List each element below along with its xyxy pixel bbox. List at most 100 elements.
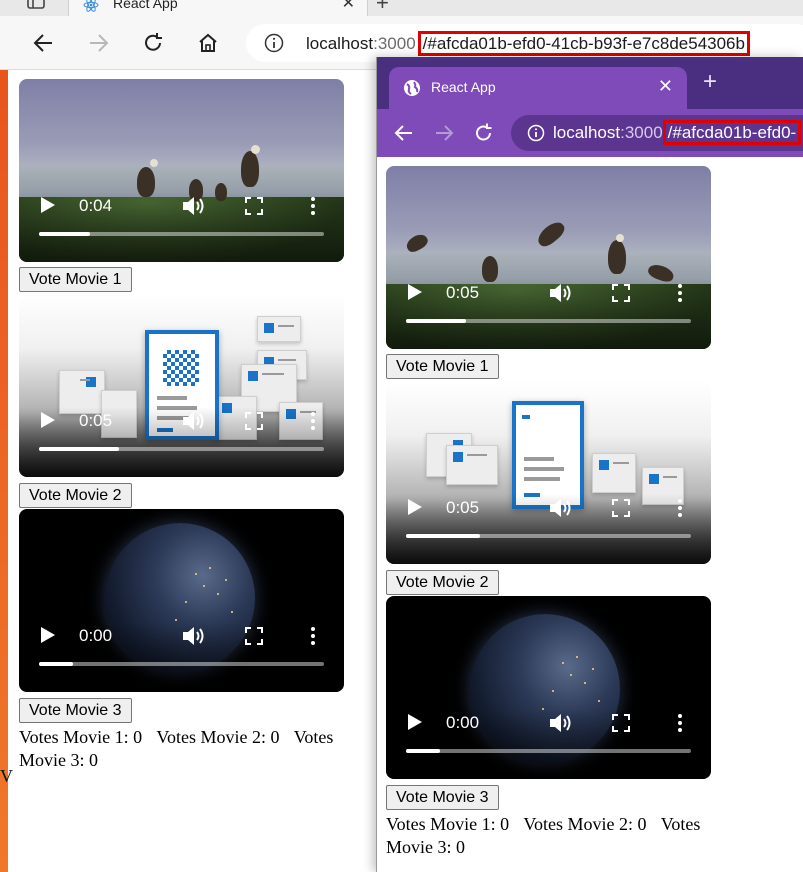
vote-count-1: Votes Movie 1: 0 <box>19 727 143 747</box>
chrome-forward-button[interactable] <box>431 120 457 146</box>
video-time: 0:00 <box>79 626 113 645</box>
edge-home-button[interactable] <box>193 28 223 58</box>
volume-icon[interactable] <box>548 281 574 305</box>
info-icon[interactable] <box>527 124 545 142</box>
video-player-3[interactable]: 0:00 <box>386 596 711 779</box>
bird-head <box>616 234 624 242</box>
volume-icon[interactable] <box>548 496 574 520</box>
video-progress-track[interactable] <box>39 662 324 666</box>
video-player-1[interactable]: 0:05 <box>386 166 711 349</box>
video-progress-track[interactable] <box>406 319 691 323</box>
vote-count-1: Votes Movie 1: 0 <box>386 814 510 834</box>
play-icon[interactable] <box>41 412 55 428</box>
video-progress-fill <box>39 447 119 451</box>
card <box>446 445 498 485</box>
phone-mockup <box>512 401 584 509</box>
vote-movie-3-button[interactable]: Vote Movie 3 <box>386 785 499 810</box>
video-progress-track[interactable] <box>39 447 324 451</box>
vote-movie-1-button[interactable]: Vote Movie 1 <box>386 354 499 379</box>
chrome-window: React App ✕ + localhost:3000/#afcda01b-e… <box>376 57 803 872</box>
edge-url-text: localhost:3000/#afcda01b-efd0-41cb-b93f-… <box>306 31 750 56</box>
chrome-back-button[interactable] <box>391 120 417 146</box>
play-icon[interactable] <box>41 627 55 643</box>
play-icon[interactable] <box>408 499 422 515</box>
video-progress-track[interactable] <box>406 534 691 538</box>
more-options-icon[interactable] <box>676 713 684 733</box>
bird-flying <box>403 231 431 255</box>
video-progress-track[interactable] <box>39 232 324 236</box>
edge-tab-title: React App <box>113 0 178 11</box>
edge-sidebar-toggle[interactable] <box>22 0 50 14</box>
vote-count-2: Votes Movie 2: 0 <box>156 727 280 747</box>
card <box>257 316 301 342</box>
more-options-icon[interactable] <box>309 626 317 646</box>
chrome-toolbar: localhost:3000/#afcda01b-efd0- <box>377 109 803 157</box>
play-icon[interactable] <box>408 714 422 730</box>
refresh-icon <box>145 33 162 51</box>
fullscreen-icon[interactable] <box>612 284 630 302</box>
video-player-2[interactable]: 0:05 <box>386 381 711 564</box>
edge-forward-button[interactable] <box>84 28 114 58</box>
bird-flying <box>534 218 568 250</box>
chrome-new-tab-button[interactable]: + <box>703 70 717 94</box>
video-controls: 0:05 <box>19 407 344 477</box>
edge-refresh-button[interactable] <box>138 28 168 58</box>
chrome-tab-strip: React App ✕ + <box>377 57 803 109</box>
url-host: localhost <box>553 123 621 142</box>
edge-tab-react-app[interactable]: React App ✕ <box>68 0 368 16</box>
video-player-3[interactable]: 0:00 <box>19 509 344 692</box>
video-controls: 0:00 <box>19 622 344 692</box>
video-controls: 0:05 <box>386 494 711 564</box>
more-options-icon[interactable] <box>309 411 317 431</box>
refresh-icon <box>476 123 492 141</box>
home-icon <box>199 33 217 52</box>
fullscreen-icon[interactable] <box>245 412 263 430</box>
play-icon[interactable] <box>41 197 55 213</box>
desktop-text-fragment: V <box>0 766 13 786</box>
video-player-2[interactable]: 0:05 <box>19 294 344 477</box>
edge-back-button[interactable] <box>28 28 58 58</box>
fullscreen-icon[interactable] <box>612 714 630 732</box>
more-options-icon[interactable] <box>676 498 684 518</box>
video-player-1[interactable]: 0:04 <box>19 79 344 262</box>
close-icon[interactable]: ✕ <box>658 76 673 97</box>
sidebar-icon <box>27 0 45 9</box>
close-icon[interactable]: ✕ <box>342 0 355 13</box>
vote-movie-3-button[interactable]: Vote Movie 3 <box>19 698 132 723</box>
video-progress-track[interactable] <box>406 749 691 753</box>
volume-icon[interactable] <box>181 194 207 218</box>
vote-movie-2-button[interactable]: Vote Movie 2 <box>19 483 132 508</box>
more-options-icon[interactable] <box>309 196 317 216</box>
arrow-right-icon <box>436 125 454 141</box>
video-time: 0:05 <box>446 498 480 517</box>
url-hash-highlighted: /#afcda01b-efd0-41cb-b93f-e7c8de54306b <box>417 31 750 56</box>
bird-head <box>251 145 260 154</box>
url-port: :3000 <box>620 123 663 142</box>
chrome-tab-react-app[interactable]: React App ✕ <box>389 67 687 109</box>
play-icon[interactable] <box>408 284 422 300</box>
chrome-refresh-button[interactable] <box>471 120 497 146</box>
globe-icon <box>404 80 420 96</box>
volume-icon[interactable] <box>181 409 207 433</box>
info-icon[interactable] <box>264 33 284 53</box>
more-options-icon[interactable] <box>676 283 684 303</box>
volume-icon[interactable] <box>548 711 574 735</box>
arrow-left-icon <box>394 125 412 141</box>
edge-new-tab-button[interactable]: + <box>376 0 389 16</box>
fullscreen-icon[interactable] <box>612 499 630 517</box>
url-port: :3000 <box>373 34 416 53</box>
chrome-url-text: localhost:3000/#afcda01b-efd0- <box>553 120 802 145</box>
arrow-right-icon <box>90 34 109 52</box>
video-controls: 0:05 <box>386 279 711 349</box>
fullscreen-icon[interactable] <box>245 627 263 645</box>
chrome-address-bar[interactable]: localhost:3000/#afcda01b-efd0- <box>511 115 803 151</box>
video-progress-fill <box>406 534 481 538</box>
vote-movie-1-button[interactable]: Vote Movie 1 <box>19 267 132 292</box>
volume-icon[interactable] <box>181 624 207 648</box>
vote-movie-2-button[interactable]: Vote Movie 2 <box>386 570 499 595</box>
url-hash-highlighted: /#afcda01b-efd0- <box>662 120 802 145</box>
bird <box>608 240 626 274</box>
url-host: localhost <box>306 34 374 53</box>
fullscreen-icon[interactable] <box>245 197 263 215</box>
video-controls: 0:00 <box>386 709 711 779</box>
